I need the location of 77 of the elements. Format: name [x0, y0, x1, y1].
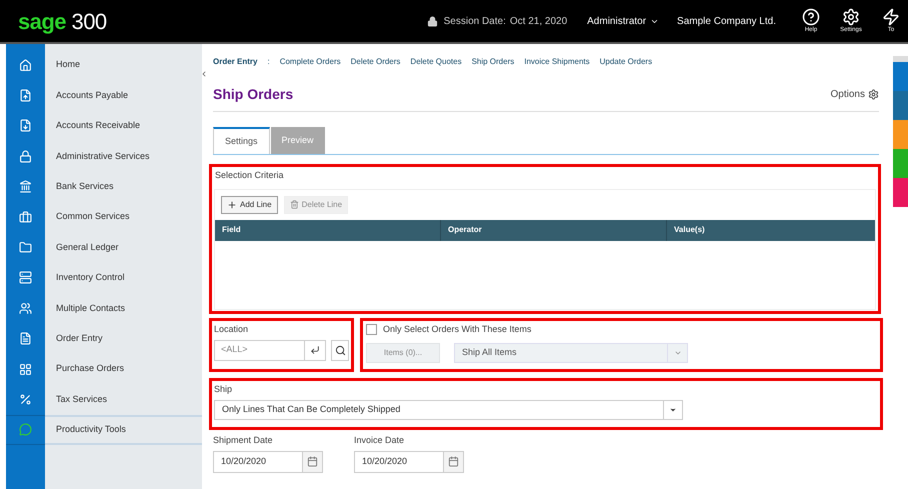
breadcrumb-link[interactable]: Invoice Shipments [524, 56, 590, 68]
people-icon [19, 302, 32, 315]
user-menu[interactable]: Administrator [587, 14, 660, 28]
enter-icon [310, 345, 320, 355]
checkbox[interactable] [366, 324, 377, 336]
sidebar-item[interactable]: Multiple Contacts [45, 293, 202, 324]
ship-select[interactable]: Only Lines That Can Be Completely Shipped [214, 400, 683, 420]
settings-icon [868, 89, 879, 100]
dock-tab[interactable] [893, 178, 908, 207]
field-label: Location [214, 323, 250, 336]
plus-icon [227, 200, 237, 210]
search-icon [334, 344, 346, 356]
help-icon [802, 8, 820, 26]
upload-document-icon [19, 89, 32, 102]
sidebar-item[interactable]: Home [45, 50, 202, 80]
grid-icon [19, 362, 32, 376]
download-document-icon [19, 119, 32, 132]
page-title: Ship Orders [213, 85, 294, 104]
sidebar-item[interactable]: Inventory Control [45, 262, 202, 294]
bank-icon [19, 180, 32, 194]
home-icon [19, 58, 32, 72]
server-icon [19, 271, 32, 284]
sidebar-item[interactable]: Purchase Orders [45, 354, 202, 384]
date-field[interactable]: 10/20/2020 [213, 450, 323, 472]
session-label: Session Date: [444, 14, 506, 28]
document-icon [19, 332, 32, 346]
sidebar-item[interactable]: Accounts Receivable [45, 110, 202, 142]
field-label: Ship [214, 383, 234, 396]
breadcrumb-module[interactable]: Order Entry [213, 56, 258, 68]
options-button[interactable]: Options [830, 87, 879, 102]
dock-tab[interactable] [893, 120, 908, 149]
collapse-icon[interactable] [200, 70, 208, 78]
checkbox-label: Only Select Orders With These Items [383, 323, 532, 336]
location-field[interactable]: <ALL> [214, 340, 305, 360]
dock-tab[interactable] [893, 91, 908, 120]
folder-icon [19, 241, 32, 254]
session-date: Oct 21, 2020 [510, 14, 568, 28]
logo: sage 300 [18, 8, 107, 36]
sidebar-item[interactable]: General Ledger [45, 232, 202, 263]
breadcrumb-link[interactable]: Delete Quotes [410, 56, 462, 68]
breadcrumb-link[interactable]: Delete Orders [350, 56, 400, 68]
sidebar-item[interactable]: Order Entry [45, 324, 202, 354]
settings-icon [842, 8, 860, 26]
sidebar-item[interactable]: Administrative Services [45, 141, 202, 172]
briefcase-icon [19, 210, 32, 224]
section-title: Selection Criteria [215, 169, 285, 182]
dock-tab[interactable] [893, 149, 908, 178]
date-field[interactable]: 10/20/2020 [354, 450, 464, 472]
calendar-icon [448, 456, 459, 467]
calendar-icon [307, 456, 318, 467]
sidebar-item[interactable]: Productivity Tools [45, 414, 202, 446]
add-line-button[interactable]: Add Line [221, 196, 278, 214]
percent-icon [19, 392, 32, 406]
breadcrumb-link[interactable]: Update Orders [600, 56, 652, 68]
sidebar-item[interactable]: Common Services [45, 202, 202, 232]
lock-icon [19, 150, 32, 163]
column-header: Field [215, 220, 441, 240]
lock-icon [426, 16, 438, 26]
trash-icon [290, 200, 299, 209]
column-header: Operator [441, 220, 667, 240]
enter-button[interactable] [305, 340, 326, 360]
search-button[interactable] [331, 340, 349, 360]
dock-tab[interactable] [893, 62, 908, 91]
tab[interactable]: Settings [213, 127, 270, 154]
sidebar-item[interactable]: Accounts Payable [45, 80, 202, 111]
field-label: Invoice Date [354, 434, 406, 447]
chat-bubble-icon [19, 423, 32, 436]
company-name: Sample Company Ltd. [677, 14, 776, 28]
sidebar-item[interactable]: Bank Services [45, 172, 202, 202]
field-label: Shipment Date [213, 434, 274, 447]
bolt-icon [882, 8, 900, 26]
breadcrumb-link[interactable]: Complete Orders [280, 56, 341, 68]
dock-handle[interactable] [893, 56, 908, 62]
breadcrumb-link[interactable]: Ship Orders [472, 56, 514, 68]
sidebar-item[interactable]: Tax Services [45, 384, 202, 415]
breadcrumb-separator: : [267, 56, 270, 68]
column-header: Value(s) [673, 224, 706, 236]
